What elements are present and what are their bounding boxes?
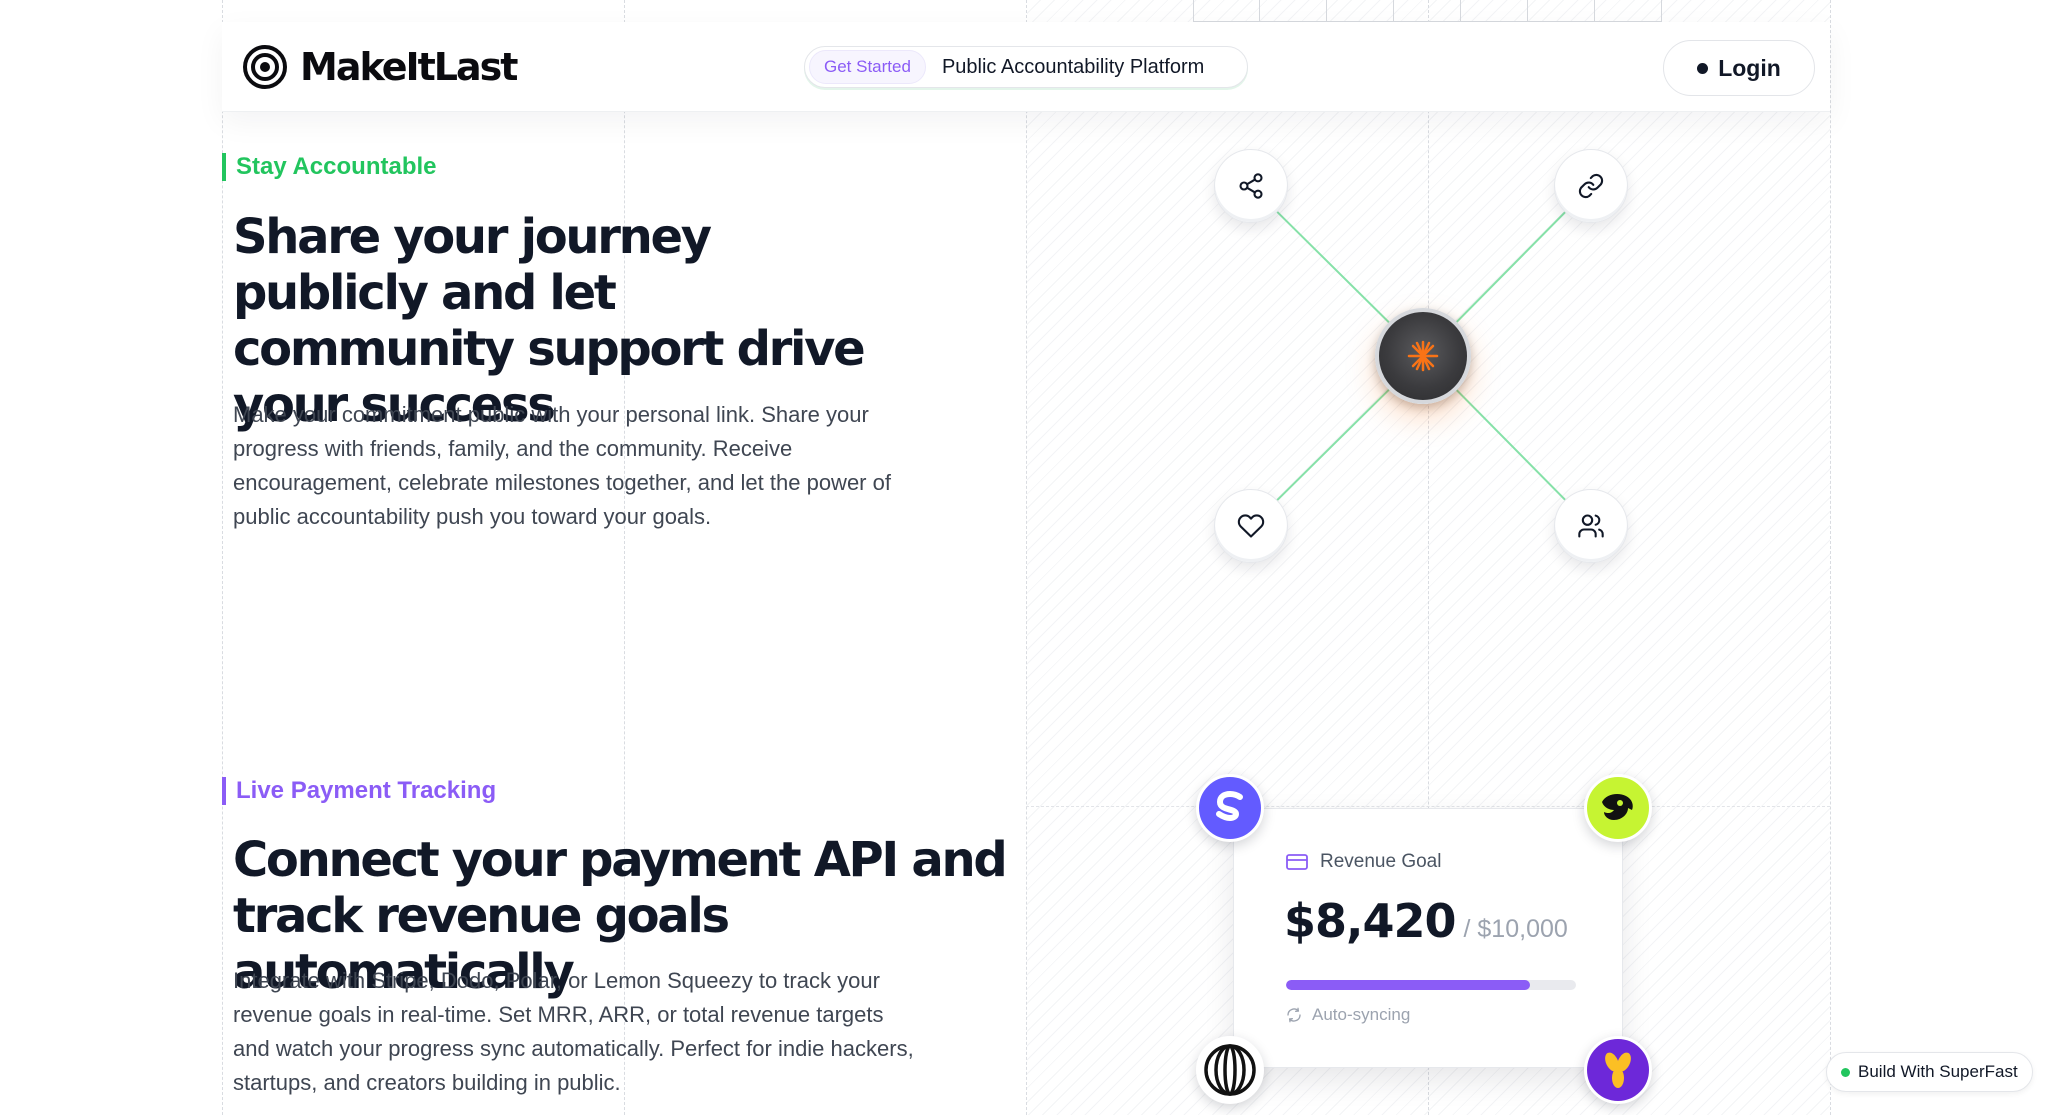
revenue-progress-fill [1286,980,1531,990]
lemon-squeezy-icon [1605,1052,1631,1088]
target-icon [243,45,287,89]
heart-icon [1237,514,1265,538]
guide-line [1026,806,1830,807]
lemon-squeezy-logo[interactable] [1584,1036,1652,1104]
revenue-amount: $8,420 / $10,000 [1284,894,1568,948]
sync-status-label: Auto-syncing [1312,1005,1411,1024]
dodo-logo[interactable] [1584,774,1652,842]
stripe-logo[interactable] [1196,774,1264,842]
section-eyebrow: Live Payment Tracking [222,777,496,805]
users-icon [1578,514,1604,538]
share-node[interactable] [1214,149,1288,223]
credit-card-icon [1286,854,1308,870]
revenue-progress-bar [1286,980,1576,990]
section-body: Make your commitment public with your pe… [233,402,891,529]
link-icon [1578,173,1604,199]
status-dot-icon [1841,1067,1850,1077]
site-header: MakeItLast Get Started Public Accountabi… [222,22,1830,112]
users-node[interactable] [1554,489,1628,563]
brand-logo[interactable]: MakeItLast [242,44,518,90]
share-icon [1239,173,1263,199]
login-label: Login [1718,54,1781,81]
revenue-current: $8,420 [1284,894,1457,948]
guide-line [1026,0,1027,1115]
get-started-badge[interactable]: Get Started [809,50,926,84]
heart-node[interactable] [1214,489,1288,563]
revenue-title: Revenue Goal [1320,851,1442,872]
sync-status: Auto-syncing [1286,1005,1410,1025]
login-dot-icon [1697,62,1709,74]
hub-node[interactable] [1375,308,1471,404]
polar-logo[interactable] [1196,1036,1264,1104]
build-with-superfast-badge[interactable]: Build With SuperFast [1826,1052,2033,1092]
section-body: Integrate with Stripe, Dodo, Polar, or L… [233,968,914,1095]
guide-line [1830,0,1831,1115]
revenue-target: / $10,000 [1463,915,1568,943]
login-button[interactable]: Login [1663,40,1815,96]
spark-icon [1407,340,1439,372]
refresh-icon [1287,1007,1301,1023]
revenue-title-row: Revenue Goal [1286,851,1441,873]
pill-text: Public Accountability Platform [941,55,1205,78]
section-eyebrow: Stay Accountable [222,153,437,181]
badge-label: Build With SuperFast [1858,1062,2018,1081]
announcement-pill[interactable]: Get Started Public Accountability Platfo… [804,46,1248,88]
revenue-goal-card: Revenue Goal $8,420 / $10,000 Auto-synci… [1233,808,1623,1068]
brand-name: MakeItLast [300,45,518,89]
polar-icon [1204,1044,1256,1096]
dodo-icon [1602,794,1633,820]
stripe-icon [1216,790,1243,822]
link-node[interactable] [1554,149,1628,223]
